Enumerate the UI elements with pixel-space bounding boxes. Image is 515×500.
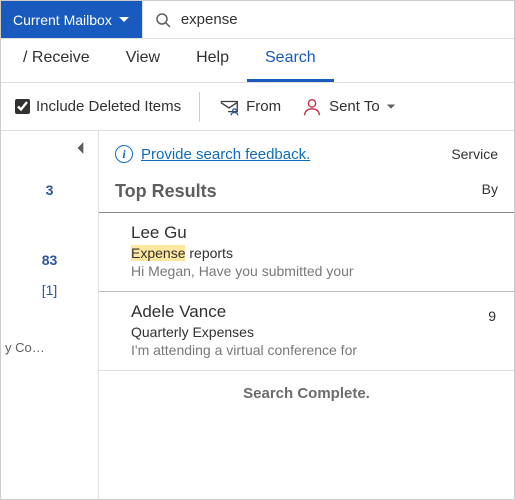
result-preview: I'm attending a virtual conference for bbox=[131, 342, 357, 358]
result-preview: Hi Megan, Have you submitted your bbox=[131, 263, 496, 279]
result-subject: Expense reports bbox=[131, 245, 496, 261]
chevron-left-icon bbox=[74, 141, 88, 155]
search-result-item[interactable]: Adele Vance Quarterly Expenses I'm atten… bbox=[99, 292, 514, 371]
sidebar-count-1[interactable]: 3 bbox=[1, 168, 98, 212]
folder-sidebar: 3 83 [1] y Co… bbox=[1, 131, 99, 499]
sent-to-label: Sent To bbox=[329, 98, 380, 115]
result-meta: 9 bbox=[488, 302, 496, 324]
person-icon bbox=[301, 96, 323, 118]
chevron-down-icon bbox=[386, 102, 396, 112]
sidebar-count-3[interactable]: [1] bbox=[1, 282, 98, 312]
service-label: Service bbox=[451, 146, 498, 162]
search-icon bbox=[155, 12, 171, 28]
info-icon: i bbox=[115, 145, 133, 163]
chevron-down-icon bbox=[118, 14, 130, 26]
sent-to-filter-button[interactable]: Sent To bbox=[293, 90, 404, 124]
results-pane: i Provide search feedback. Service Top R… bbox=[99, 131, 514, 499]
tab-view[interactable]: View bbox=[108, 39, 178, 82]
search-feedback-link[interactable]: Provide search feedback. bbox=[141, 146, 310, 163]
ribbon: Include Deleted Items From Sent To bbox=[1, 83, 514, 131]
search-scope-label: Current Mailbox bbox=[13, 12, 112, 28]
search-box[interactable] bbox=[142, 1, 514, 38]
ribbon-separator bbox=[199, 92, 200, 122]
result-sender: Lee Gu bbox=[131, 223, 496, 243]
from-label: From bbox=[246, 98, 281, 115]
search-result-item[interactable]: Lee Gu Expense reports Hi Megan, Have yo… bbox=[99, 212, 514, 292]
tab-help[interactable]: Help bbox=[178, 39, 247, 82]
top-results-heading: Top Results bbox=[115, 181, 217, 202]
tab-search[interactable]: Search bbox=[247, 39, 334, 82]
ribbon-tabs: / Receive View Help Search bbox=[1, 39, 514, 83]
sort-by-label[interactable]: By bbox=[482, 181, 498, 202]
result-subject: Quarterly Expenses bbox=[131, 324, 357, 340]
from-filter-button[interactable]: From bbox=[210, 90, 289, 124]
include-deleted-toggle[interactable]: Include Deleted Items bbox=[7, 92, 189, 121]
sidebar-collapse-button[interactable] bbox=[1, 137, 98, 168]
result-sender: Adele Vance bbox=[131, 302, 357, 322]
envelope-person-icon bbox=[218, 96, 240, 118]
search-input[interactable] bbox=[181, 11, 502, 28]
search-complete-label: Search Complete. bbox=[99, 371, 514, 416]
include-deleted-label: Include Deleted Items bbox=[36, 98, 181, 115]
include-deleted-checkbox[interactable] bbox=[15, 99, 30, 114]
tab-send-receive[interactable]: / Receive bbox=[5, 39, 108, 82]
sidebar-count-2[interactable]: 83 bbox=[1, 238, 98, 282]
sidebar-category-label[interactable]: y Co… bbox=[1, 332, 98, 363]
search-scope-dropdown[interactable]: Current Mailbox bbox=[1, 1, 142, 38]
highlight: Expense bbox=[131, 245, 185, 261]
